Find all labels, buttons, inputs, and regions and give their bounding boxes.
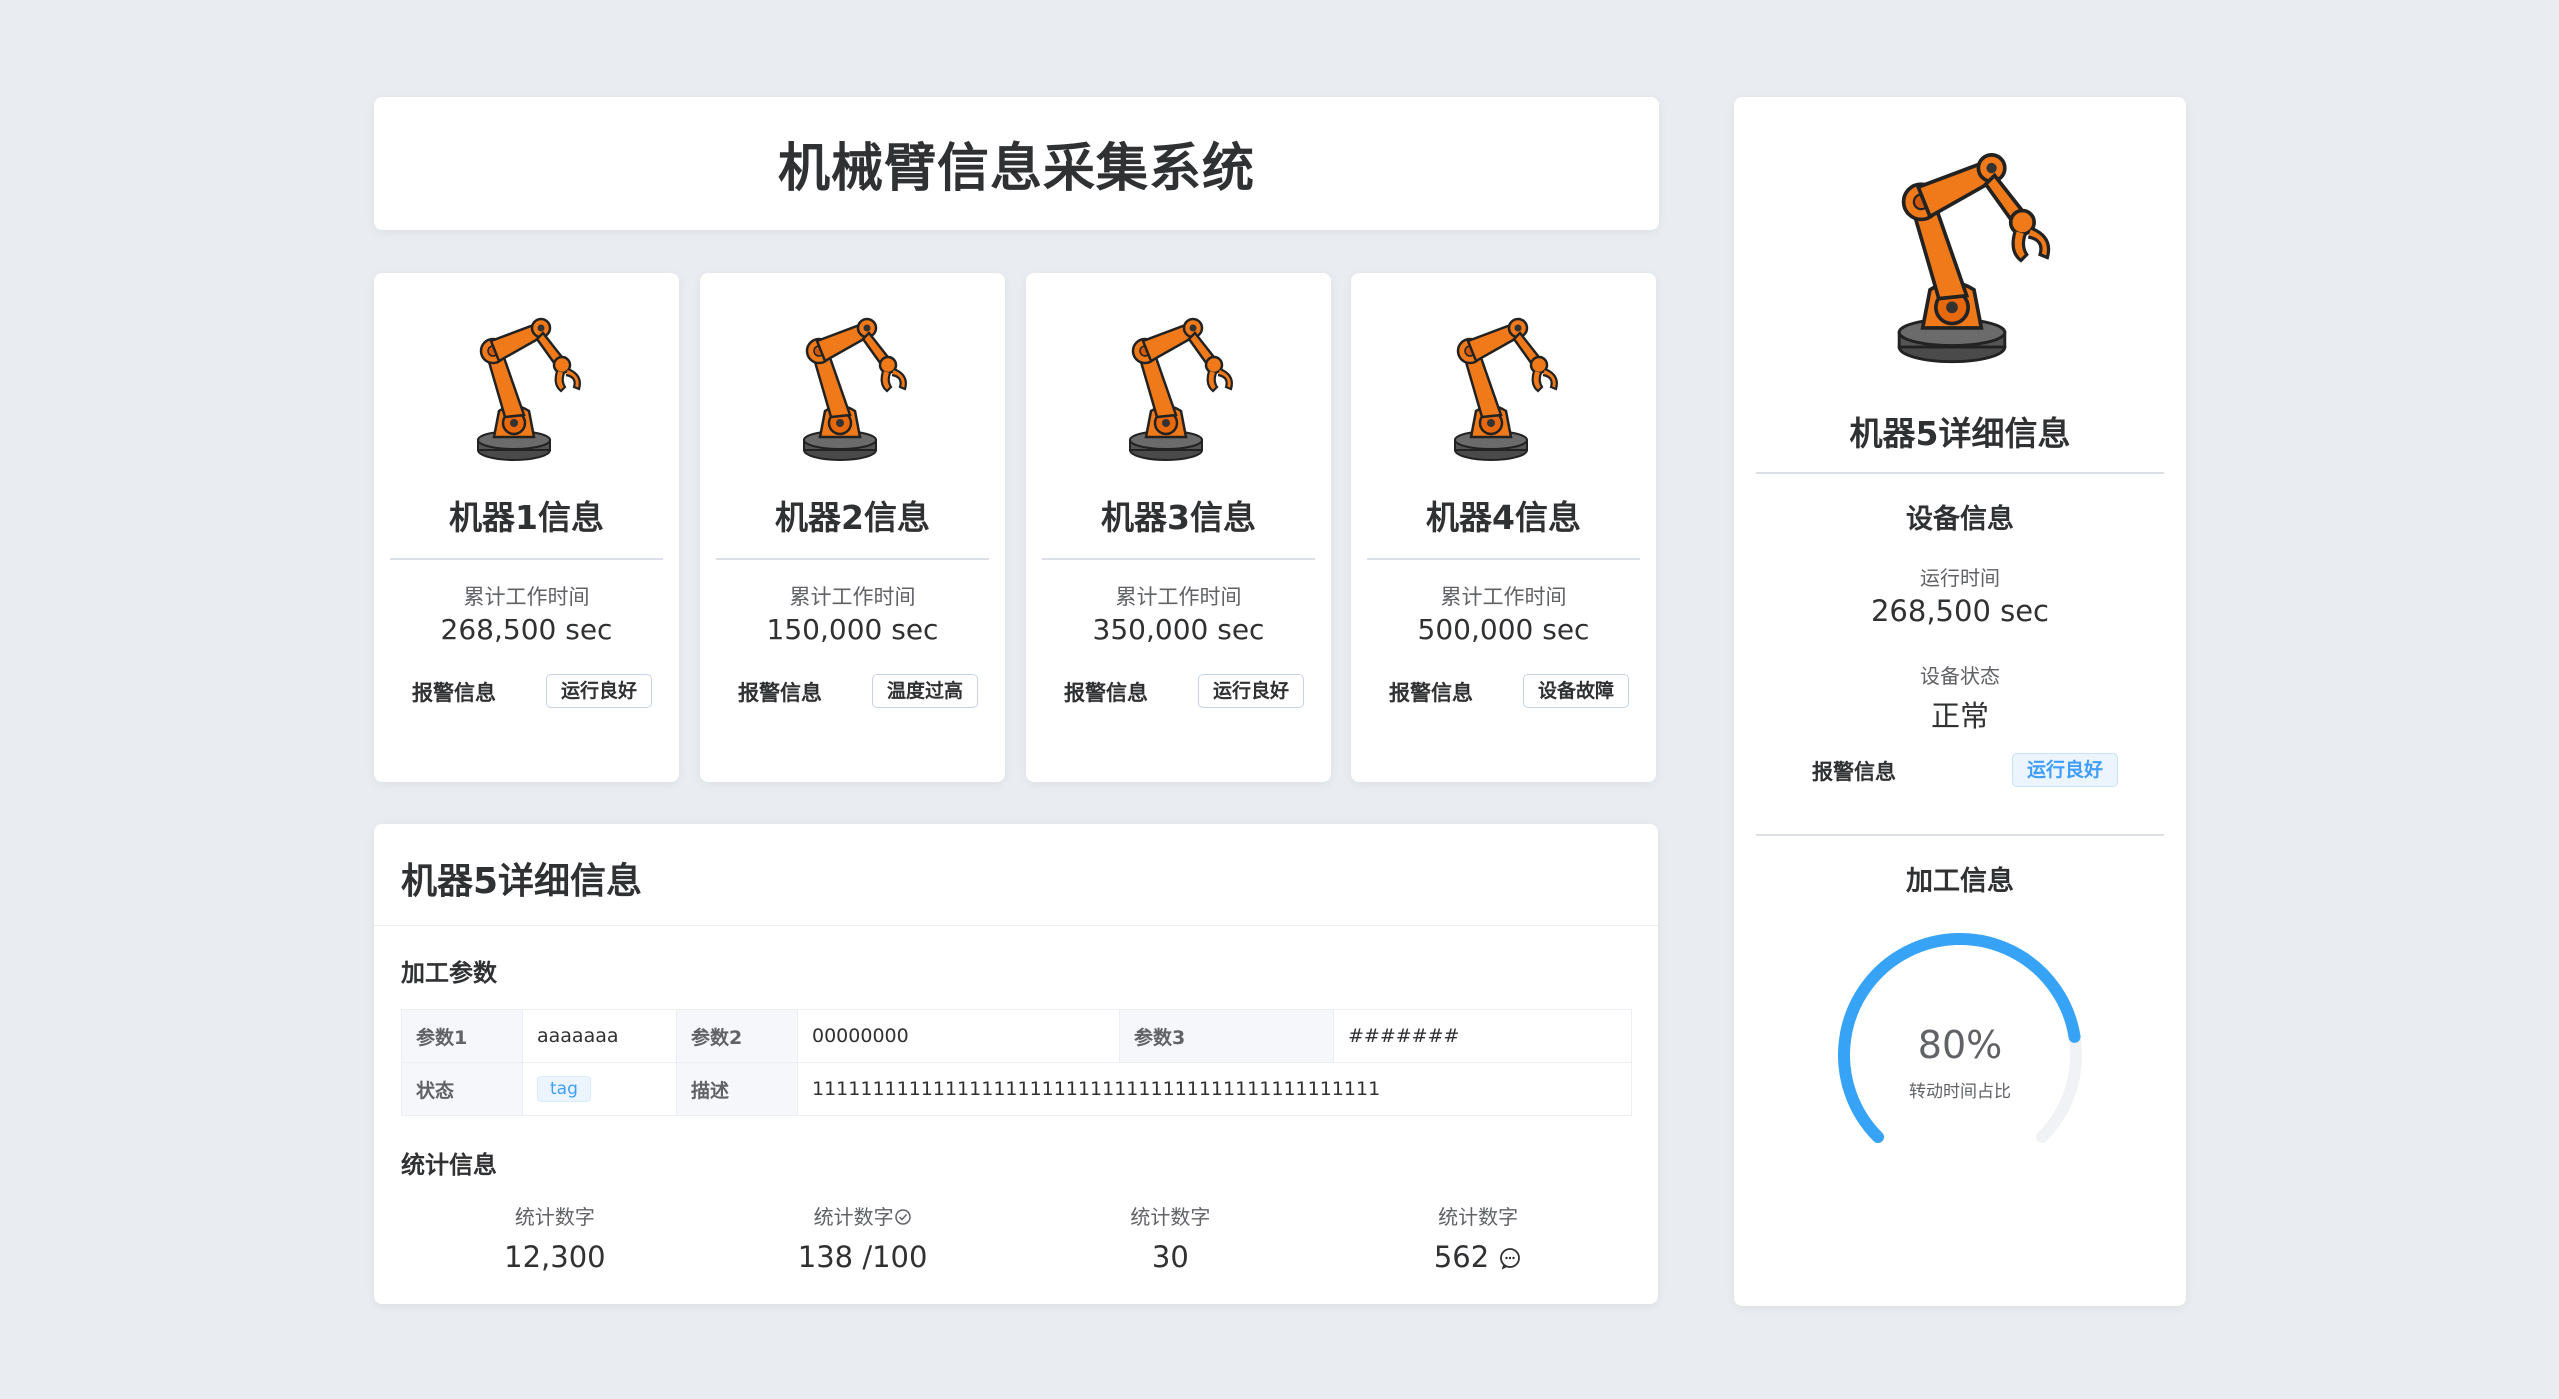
header-card: 机械臂信息采集系统 [374,97,1659,230]
stat-value: 350,000 sec [1092,613,1265,646]
params-table: 参数1 aaaaaaa 参数2 00000000 参数3 ####### 状态 … [401,1009,1632,1116]
alarm-status-tag: 运行良好 [1198,674,1304,708]
divider [1756,834,2164,836]
divider [1367,558,1640,560]
stats-row: 统计数字 12,300 统计数字 138 /100 统计数字 30 统计数字 5… [401,1201,1632,1274]
stat-label: 统计数字 [813,1205,894,1229]
alarm-status-tag: 温度过高 [872,674,978,708]
alarm-label: 报警信息 [1812,760,1896,784]
divider [374,925,1658,926]
stat-label: 累计工作时间 [789,585,916,609]
status-cell: tag [522,1062,677,1116]
machine-card-4[interactable]: 机器4信息 累计工作时间 500,000 sec 报警信息 设备故障 [1351,273,1656,782]
machine-card-2[interactable]: 机器2信息 累计工作时间 150,000 sec 报警信息 温度过高 [700,273,1005,782]
stat-label: 累计工作时间 [463,585,590,609]
process-heading: 加工信息 [1906,866,2014,897]
alarm-label: 报警信息 [1389,681,1473,705]
state-label: 设备状态 [1920,664,2000,688]
machine-name: 机器4信息 [1426,498,1581,537]
stat-value: 138 /100 [797,1240,928,1274]
machine-card-3[interactable]: 机器3信息 累计工作时间 350,000 sec 报警信息 运行良好 [1026,273,1331,782]
desc-value: 1111111111111111111111111111111111111111… [797,1062,1632,1116]
table-row: 参数1 aaaaaaa 参数2 00000000 参数3 ####### [401,1009,1632,1063]
runtime-label: 运行时间 [1920,566,2000,590]
device-heading: 设备信息 [1906,504,2014,535]
stat-value: 12,300 [504,1240,606,1274]
stat-item: 统计数字 138 /100 [709,1201,1017,1274]
check-circle-icon [894,1209,911,1225]
state-value: 正常 [1930,699,1989,733]
divider [716,558,989,560]
stats-heading: 统计信息 [401,1151,497,1179]
machine-name: 机器2信息 [775,498,930,537]
details-title: 机器5详细信息 [401,861,643,902]
alarm-label: 报警信息 [738,681,822,705]
machine-details-card: 机器5详细信息 加工参数 参数1 aaaaaaa 参数2 00000000 参数… [374,824,1658,1304]
stat-label: 统计数字 [514,1205,595,1229]
side-detail-card: 机器5详细信息 设备信息 运行时间 268,500 sec 设备状态 正常 报警… [1734,97,2186,1306]
robot-arm-icon [1446,315,1566,465]
stat-label: 累计工作时间 [1440,585,1567,609]
status-tag: tag [537,1076,591,1102]
page-title: 机械臂信息采集系统 [777,139,1255,199]
divider [1042,558,1315,560]
machine-name: 机器1信息 [449,498,604,537]
alarm-status-tag: 设备故障 [1523,674,1629,708]
stat-label: 统计数字 [1438,1205,1519,1229]
param3-label: 参数3 [1119,1009,1334,1063]
alarm-label: 报警信息 [412,681,496,705]
status-label: 状态 [401,1062,523,1116]
divider [390,558,663,560]
alarm-status-tag: 运行良好 [546,674,652,708]
param2-value: 00000000 [797,1009,1120,1063]
machine-name: 机器3信息 [1101,498,1256,537]
machine-card-1[interactable]: 机器1信息 累计工作时间 268,500 sec 报警信息 运行良好 [374,273,679,782]
gauge-label: 转动时间占比 [1909,1082,2011,1102]
param1-label: 参数1 [401,1009,523,1063]
chat-icon [1500,1248,1521,1270]
alarm-status-tag: 运行良好 [2012,753,2118,787]
robot-arm-icon [469,315,589,465]
gauge-value: 80% [1917,1023,2003,1067]
stat-value: 562 [1433,1240,1490,1274]
stat-item: 统计数字 562 [1324,1201,1632,1274]
stat-label: 累计工作时间 [1115,585,1242,609]
table-row: 状态 tag 描述 111111111111111111111111111111… [401,1062,1632,1116]
robot-arm-icon [1884,149,2064,369]
alarm-label: 报警信息 [1064,681,1148,705]
param1-value: aaaaaaa [522,1009,677,1063]
robot-arm-icon [795,315,915,465]
params-heading: 加工参数 [401,959,497,987]
divider [1756,472,2164,474]
stat-value: 268,500 sec [440,613,613,646]
param2-label: 参数2 [676,1009,798,1063]
side-title: 机器5详细信息 [1849,414,2071,453]
stat-value: 150,000 sec [766,613,939,646]
stat-value: 30 [1151,1240,1189,1274]
stat-label: 统计数字 [1130,1205,1211,1229]
desc-label: 描述 [676,1062,798,1116]
progress-gauge: 80% 转动时间占比 [1832,927,2088,1183]
runtime-value: 268,500 sec [1870,594,2050,628]
stat-value: 500,000 sec [1417,613,1590,646]
param3-value: ####### [1333,1009,1632,1063]
robot-arm-icon [1121,315,1241,465]
stat-item: 统计数字 30 [1017,1201,1325,1274]
stat-item: 统计数字 12,300 [401,1201,709,1274]
